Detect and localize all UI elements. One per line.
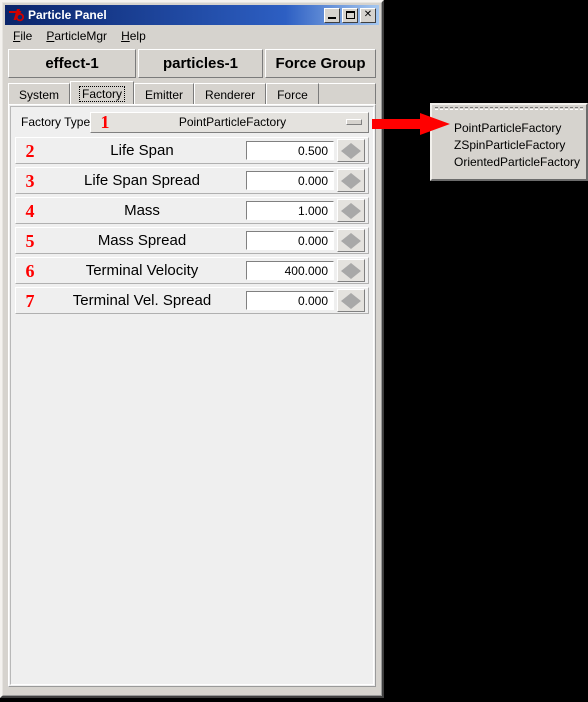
perl-camel-icon <box>8 7 24 23</box>
mass-label: Mass <box>124 202 160 219</box>
spin-left-icon[interactable] <box>341 262 351 279</box>
marker-2: 2 <box>25 140 35 161</box>
factory-type-option-menu[interactable]: 1 PointParticleFactory <box>90 111 369 133</box>
maximize-button[interactable] <box>342 7 358 23</box>
terminal-vel-spread-label: Terminal Vel. Spread <box>72 292 212 309</box>
tab-strip-filler <box>318 83 376 105</box>
terminal-vel-spread-input[interactable]: 0.000 <box>246 291 334 310</box>
menu-item-particlemgr-rest: articleMgr <box>54 29 108 43</box>
menu-item-particlemgr[interactable]: ParticleMgr <box>39 28 114 44</box>
terminal-vel-spread-spinner[interactable] <box>337 289 365 312</box>
window-controls: ✕ <box>324 7 376 23</box>
life-span-spinner[interactable] <box>337 139 365 162</box>
terminal-velocity-input[interactable]: 400.000 <box>246 261 334 280</box>
tab-system-label: System <box>19 87 60 102</box>
tab-factory[interactable]: Factory <box>70 81 135 105</box>
mass-row: 4 Mass 1.000 <box>15 197 369 224</box>
tab-emitter[interactable]: Emitter <box>134 83 195 105</box>
terminal-vel-spread-row: 7 Terminal Vel. Spread 0.000 <box>15 287 369 314</box>
menu-item-file-rest: ile <box>20 29 33 43</box>
tab-emitter-label: Emitter <box>145 87 184 102</box>
marker-4: 4 <box>25 200 35 221</box>
window-title: Particle Panel <box>28 8 107 22</box>
spin-left-icon[interactable] <box>341 232 351 249</box>
effect-button[interactable]: effect-1 <box>8 49 136 78</box>
menu-tearoff-entry[interactable] <box>435 107 583 118</box>
factory-type-label: Factory Type <box>21 115 91 129</box>
spin-left-icon[interactable] <box>341 142 351 159</box>
life-span-label: Life Span <box>110 142 174 159</box>
tab-system[interactable]: System <box>8 83 71 105</box>
dropdown-item-zspin[interactable]: ZSpinParticleFactory <box>432 136 586 153</box>
life-span-spread-label: Life Span Spread <box>84 172 200 189</box>
minimize-button[interactable] <box>324 7 340 23</box>
spin-right-icon[interactable] <box>351 262 361 279</box>
mass-spread-label: Mass Spread <box>97 232 187 249</box>
title-bar[interactable]: Particle Panel ✕ <box>5 5 379 25</box>
life-span-spread-input[interactable]: 0.000 <box>246 171 334 190</box>
dropdown-item-oriented[interactable]: OrientedParticleFactory <box>432 153 586 170</box>
header-button-group: effect-1 particles-1 Force Group <box>8 49 376 78</box>
marker-5: 5 <box>25 230 35 251</box>
spin-right-icon[interactable] <box>351 142 361 159</box>
factory-type-value: PointParticleFactory <box>178 115 287 129</box>
close-button[interactable]: ✕ <box>360 7 376 23</box>
tab-factory-label: Factory <box>79 85 126 102</box>
marker-7: 7 <box>25 290 35 311</box>
mass-spread-row: 5 Mass Spread 0.000 <box>15 227 369 254</box>
tab-force-label: Force <box>277 87 308 102</box>
menu-item-help[interactable]: Help <box>114 28 153 44</box>
spin-right-icon[interactable] <box>351 292 361 309</box>
terminal-velocity-row: 6 Terminal Velocity 400.000 <box>15 257 369 284</box>
marker-3: 3 <box>25 170 35 191</box>
mass-input[interactable]: 1.000 <box>246 201 334 220</box>
mass-spread-spinner[interactable] <box>337 229 365 252</box>
dropdown-item-point[interactable]: PointParticleFactory <box>432 119 586 136</box>
mass-spread-input[interactable]: 0.000 <box>246 231 334 250</box>
terminal-velocity-spinner[interactable] <box>337 259 365 282</box>
mass-spinner[interactable] <box>337 199 365 222</box>
life-span-spread-row: 3 Life Span Spread 0.000 <box>15 167 369 194</box>
spin-left-icon[interactable] <box>341 172 351 189</box>
spin-right-icon[interactable] <box>351 232 361 249</box>
particles-button[interactable]: particles-1 <box>138 49 263 78</box>
factory-type-dropdown-menu[interactable]: PointParticleFactory ZSpinParticleFactor… <box>430 103 588 181</box>
factory-type-row: Factory Type 1 PointParticleFactory <box>15 111 369 133</box>
marker-6: 6 <box>25 260 35 281</box>
life-span-spread-spinner[interactable] <box>337 169 365 192</box>
life-span-input[interactable]: 0.500 <box>246 141 334 160</box>
marker-1: 1 <box>100 112 110 132</box>
factory-settings-panel-inner: Factory Type 1 PointParticleFactory 2 Li… <box>10 106 374 685</box>
tab-force[interactable]: Force <box>266 83 319 105</box>
spin-right-icon[interactable] <box>351 172 361 189</box>
spin-right-icon[interactable] <box>351 202 361 219</box>
force-group-button[interactable]: Force Group <box>265 49 376 78</box>
menu-bar: File ParticleMgr Help <box>6 27 378 45</box>
tab-renderer[interactable]: Renderer <box>194 83 267 105</box>
spin-left-icon[interactable] <box>341 292 351 309</box>
menu-item-file[interactable]: File <box>6 28 39 44</box>
life-span-row: 2 Life Span 0.500 <box>15 137 369 164</box>
spin-left-icon[interactable] <box>341 202 351 219</box>
factory-settings-panel: Factory Type 1 PointParticleFactory 2 Li… <box>8 104 376 687</box>
menu-item-help-rest: elp <box>129 29 146 43</box>
tab-strip: System Factory Emitter Renderer Force <box>8 81 376 105</box>
annotation-arrow-icon <box>372 112 450 136</box>
tab-renderer-label: Renderer <box>205 87 256 102</box>
option-menu-indicator-icon <box>346 119 362 125</box>
particle-panel-window: Particle Panel ✕ File ParticleMgr Help e… <box>0 0 384 698</box>
terminal-velocity-label: Terminal Velocity <box>85 262 199 279</box>
window-inner-frame: Particle Panel ✕ File ParticleMgr Help e… <box>2 2 382 696</box>
